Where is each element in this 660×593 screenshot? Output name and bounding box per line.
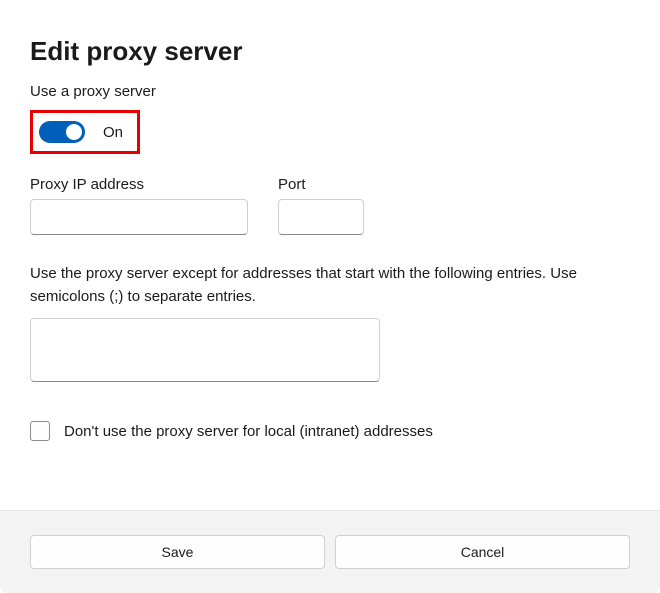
ip-field-group: Proxy IP address [30, 176, 248, 235]
save-button[interactable]: Save [30, 535, 325, 569]
ip-input[interactable] [30, 199, 248, 235]
dialog-content: Edit proxy server Use a proxy server On … [0, 0, 660, 510]
toggle-section-label: Use a proxy server [30, 83, 630, 100]
dialog-footer: Save Cancel [0, 510, 660, 593]
port-input[interactable] [278, 199, 364, 235]
address-port-row: Proxy IP address Port [30, 176, 630, 235]
port-label: Port [278, 176, 364, 193]
cancel-button[interactable]: Cancel [335, 535, 630, 569]
ip-label: Proxy IP address [30, 176, 248, 193]
toggle-state-label: On [103, 124, 123, 141]
exceptions-description: Use the proxy server except for addresse… [30, 263, 630, 308]
bypass-local-checkbox[interactable] [30, 421, 50, 441]
port-field-group: Port [278, 176, 364, 235]
exceptions-textarea[interactable] [30, 318, 380, 382]
proxy-toggle[interactable] [39, 121, 85, 143]
dialog-title: Edit proxy server [30, 36, 630, 67]
bypass-local-row: Don't use the proxy server for local (in… [30, 421, 630, 441]
edit-proxy-dialog: Edit proxy server Use a proxy server On … [0, 0, 660, 593]
bypass-local-label: Don't use the proxy server for local (in… [64, 423, 433, 440]
toggle-knob-icon [66, 124, 82, 140]
toggle-annotation-highlight: On [30, 110, 140, 154]
